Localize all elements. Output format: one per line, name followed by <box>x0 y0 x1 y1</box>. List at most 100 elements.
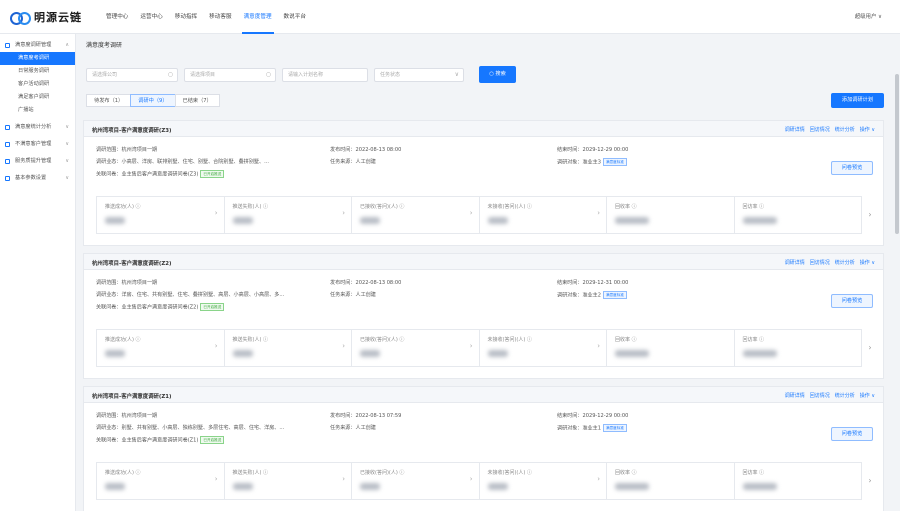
stats-link[interactable]: 统计分析 <box>835 259 855 266</box>
sidebar-group-quality[interactable]: 服务质提升管理 ∨ <box>0 154 75 168</box>
revisit-link[interactable]: 回访情况 <box>810 126 830 133</box>
status-tabs: 待发布（1） 调研中（9） 已结束（7） <box>86 94 220 107</box>
revisit-link[interactable]: 回访情况 <box>810 392 830 399</box>
user-menu[interactable]: 超级用户 ∨ <box>855 12 882 20</box>
operations-menu[interactable]: 操作 ∨ <box>860 392 875 399</box>
stats-row: 推送成功(人) ⓘ › 推送失败(人) ⓘ › 已接收(答问)(人) ⓘ › 未接收(… <box>96 462 862 500</box>
questionnaire-preview-button[interactable]: 问卷预览 <box>831 427 873 441</box>
stat-received[interactable]: 已接收(答问)(人) ⓘ › <box>351 196 479 234</box>
tab-in-progress[interactable]: 调研中（9） <box>130 94 176 107</box>
stat-revisit-rate[interactable]: 回访率 ⓘ <box>733 196 862 234</box>
chevron-right-icon[interactable]: › <box>864 462 876 500</box>
stat-not-received[interactable]: 未接收(答问)(人) ⓘ › <box>478 329 606 367</box>
stat-push-success[interactable]: 推送成功(人) ⓘ › <box>96 329 224 367</box>
end-time: 结束时间：2029-12-29 00:00 <box>557 413 629 419</box>
chart-icon <box>5 124 10 130</box>
logo[interactable]: 明源云链 <box>10 9 82 25</box>
sidebar-item-satisfaction-survey[interactable]: 满意度考调研 <box>0 52 75 65</box>
stat-push-fail[interactable]: 推送失败(人) ⓘ › <box>223 196 351 234</box>
survey-detail-link[interactable]: 调研详情 <box>785 259 805 266</box>
tab-finished[interactable]: 已结束（7） <box>174 94 220 107</box>
stat-revisit-rate[interactable]: 回访率 ⓘ <box>733 462 862 500</box>
survey-detail-link[interactable]: 调研详情 <box>785 392 805 399</box>
sidebar-item-daily-service[interactable]: 日常服务调研 <box>0 65 75 78</box>
filter-bar: 请选择公司 ○ 请选择项目 ○ 请输入计划名称 任务状态 ∨ ○ 搜索 <box>86 66 890 84</box>
gear-icon <box>5 175 10 181</box>
survey-card: 杭州湾项目-客户满意度调研(Z2) 调研详情 回访情况 统计分析 操作 ∨ 调研… <box>83 253 884 379</box>
vertical-scrollbar[interactable] <box>895 74 899 234</box>
related-questionnaire: 关联问卷：业主售后客户满意度调研问卷(Z3) 已开启推送 <box>96 170 225 178</box>
logo-text: 明源云链 <box>34 11 82 24</box>
card-title: 杭州湾项目-客户满意度调研(Z2) <box>92 261 172 267</box>
stat-revisit-rate[interactable]: 回访率 ⓘ <box>733 329 862 367</box>
chevron-right-icon: › <box>597 475 600 483</box>
stats-link[interactable]: 统计分析 <box>835 126 855 133</box>
stat-push-success[interactable]: 推送成功(人) ⓘ › <box>96 196 224 234</box>
survey-target: 调研对象：准业主3 满意度标准 <box>557 158 627 166</box>
survey-target: 调研对象：准业主2 满意度标准 <box>557 291 627 299</box>
chevron-right-icon: › <box>342 475 345 483</box>
stat-not-received[interactable]: 未接收(答问)(人) ⓘ › <box>478 462 606 500</box>
stat-push-success[interactable]: 推送成功(人) ⓘ › <box>96 462 224 500</box>
sidebar-group-settings[interactable]: 基本参数设置 ∨ <box>0 171 75 185</box>
survey-types: 调研业态：小高层、洋房、联排别墅、住宅、别墅、合院别墅、叠拼别墅、... <box>96 159 269 165</box>
company-select[interactable]: 请选择公司 ○ <box>86 68 178 82</box>
nav-item-operations[interactable]: 运营中心 <box>134 0 168 34</box>
stats-row: 推送成功(人) ⓘ › 推送失败(人) ⓘ › 已接收(答问)(人) ⓘ › 未接收(… <box>96 329 862 367</box>
plan-name-input[interactable]: 请输入计划名称 <box>282 68 368 82</box>
card-actions: 调研详情 回访情况 统计分析 操作 ∨ <box>785 392 875 399</box>
operations-menu[interactable]: 操作 ∨ <box>860 126 875 133</box>
sidebar-group-label: 服务质提升管理 <box>15 158 52 164</box>
project-placeholder: 请选择项目 <box>190 72 216 78</box>
sidebar-item-broadcast[interactable]: 广播站 <box>0 104 75 117</box>
chevron-right-icon: › <box>469 209 473 217</box>
sidebar-group-survey[interactable]: 满意度调研管理 ∧ <box>0 38 75 52</box>
operations-menu[interactable]: 操作 ∨ <box>860 259 875 266</box>
card-actions: 调研详情 回访情况 统计分析 操作 ∨ <box>785 259 875 266</box>
revisit-link[interactable]: 回访情况 <box>810 259 830 266</box>
survey-target-text: 调研对象：准业主3 <box>557 159 601 166</box>
project-select[interactable]: 请选择项目 ○ <box>184 68 276 82</box>
stat-not-received[interactable]: 未接收(答问)(人) ⓘ › <box>478 196 606 234</box>
stat-push-fail[interactable]: 推送失败(人) ⓘ › <box>223 462 351 500</box>
sidebar-group-stats[interactable]: 满意度统计分析 ∨ <box>0 120 75 134</box>
questionnaire-text: 关联问卷：业主售后客户满意度调研问卷(Z1) <box>96 437 199 444</box>
nav-item-data-platform[interactable]: 数说平台 <box>278 0 312 34</box>
publish-time: 发布时间：2022-08-13 08:00 <box>330 280 402 286</box>
questionnaire-preview-button[interactable]: 问卷预览 <box>831 161 873 175</box>
nav-item-management[interactable]: 管理中心 <box>100 0 134 34</box>
add-survey-plan-button[interactable]: 添加调研计划 <box>831 93 884 108</box>
related-questionnaire: 关联问卷：业主售后客户满意度调研问卷(Z2) 已开启推送 <box>96 303 225 311</box>
status-select[interactable]: 任务状态 ∨ <box>374 68 464 82</box>
stat-received[interactable]: 已接收(答问)(人) ⓘ › <box>351 462 479 500</box>
stat-push-fail[interactable]: 推送失败(人) ⓘ › <box>223 329 351 367</box>
sidebar-item-customer[interactable]: 满足客户调研 <box>0 91 75 104</box>
top-bar: 明源云链 管理中心 运营中心 移动指挥 移动客服 满意度管理 数说平台 超级用户… <box>0 0 900 34</box>
tab-pending[interactable]: 待发布（1） <box>86 94 132 107</box>
chevron-right-icon: › <box>214 342 218 350</box>
end-time: 结束时间：2029-12-31 00:00 <box>557 280 629 286</box>
nav-item-satisfaction[interactable]: 满意度管理 <box>238 0 278 34</box>
sidebar-item-activity[interactable]: 客户活动调研 <box>0 78 75 91</box>
chevron-right-icon[interactable]: › <box>864 329 876 367</box>
stat-received[interactable]: 已接收(答问)(人) ⓘ › <box>351 329 479 367</box>
nav-item-mobile-command[interactable]: 移动指挥 <box>169 0 203 34</box>
nav-item-mobile-service[interactable]: 移动客服 <box>203 0 237 34</box>
stat-recovery-rate[interactable]: 回收率 ⓘ <box>606 462 734 500</box>
search-button[interactable]: ○ 搜索 <box>479 66 516 83</box>
stats-link[interactable]: 统计分析 <box>835 392 855 399</box>
chevron-right-icon[interactable]: › <box>864 196 876 234</box>
stat-recovery-rate[interactable]: 回收率 ⓘ <box>606 329 734 367</box>
top-nav: 管理中心 运营中心 移动指挥 移动客服 满意度管理 数说平台 <box>100 0 312 34</box>
survey-detail-link[interactable]: 调研详情 <box>785 126 805 133</box>
stat-recovery-rate[interactable]: 回收率 ⓘ <box>606 196 734 234</box>
sidebar-group-unsatisfied[interactable]: 不满意客户管理 ∨ <box>0 137 75 151</box>
card-title: 杭州湾项目-客户满意度调研(Z3) <box>92 128 172 134</box>
end-time: 结束时间：2029-12-29 00:00 <box>557 147 629 153</box>
survey-scope: 调研范围：杭州湾项目一期 <box>96 280 158 286</box>
questionnaire-preview-button[interactable]: 问卷预览 <box>831 294 873 308</box>
logo-icon <box>10 11 31 25</box>
search-icon: ○ <box>167 71 173 78</box>
sidebar-group-label: 满意度调研管理 <box>15 42 52 48</box>
task-source: 任务来源：人工创建 <box>330 292 376 298</box>
